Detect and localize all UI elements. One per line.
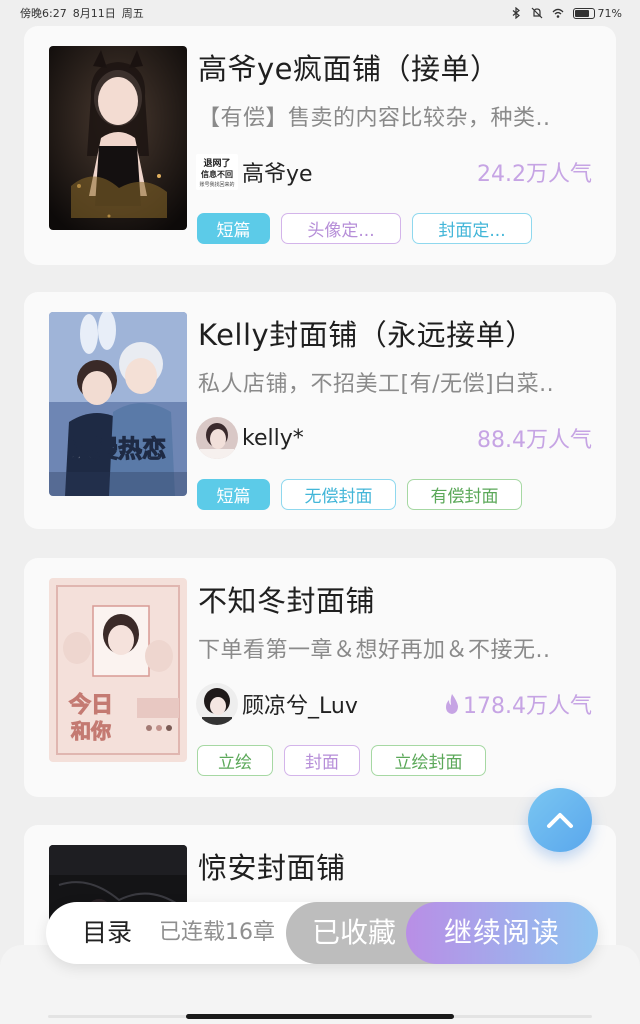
shop-description: 私人店铺，不招美工[有/无偿]白菜.. <box>198 372 555 397</box>
popularity-text: 24.2万人气 <box>477 162 592 187</box>
popularity-text: 88.4万人气 <box>477 428 592 453</box>
tag-chip[interactable]: 短篇 <box>197 479 270 510</box>
mute-icon <box>531 7 542 19</box>
chevron-up-icon <box>547 813 573 828</box>
scroll-to-top-button[interactable] <box>528 788 592 852</box>
status-bar: 傍晚6:27 8月11日 周五 71% <box>0 0 640 26</box>
author-row: kelly* 88.4万人气 <box>196 416 592 460</box>
shop-description: 【有偿】售卖的内容比较杂，种类.. <box>198 106 551 131</box>
shop-card[interactable]: 今日 和你 不知冬封面铺 下单看第一章＆想好再加＆不接无.. 顾凉兮_Luv 1… <box>24 558 616 797</box>
continue-reading-button[interactable]: 继续阅读 <box>406 902 598 964</box>
bluetooth-icon <box>512 7 520 19</box>
serial-status: 已连载16章 <box>159 920 275 945</box>
popularity-count: 24.2万人气 <box>477 156 592 188</box>
tag-list: 立绘 封面 立绘封面 <box>197 745 486 776</box>
tag-chip[interactable]: 无偿封面 <box>281 479 396 510</box>
author-name[interactable]: 顾凉兮_Luv <box>242 688 358 720</box>
shop-title[interactable]: 高爷ye疯面铺（接单） <box>198 46 500 88</box>
tag-chip[interactable]: 有偿封面 <box>407 479 522 510</box>
tag-list: 短篇 无偿封面 有偿封面 <box>197 479 522 510</box>
shop-cover-image[interactable] <box>49 46 187 230</box>
status-date: 8月11日 <box>72 7 116 20</box>
battery-indicator: 71% <box>572 6 622 20</box>
avatar-text-line: 退网了 <box>203 158 230 169</box>
popularity-count: 88.4万人气 <box>477 422 592 454</box>
shop-description: 下单看第一章＆想好再加＆不接无.. <box>198 638 551 663</box>
author-name[interactable]: 高爷ye <box>242 156 313 188</box>
svg-text:浪漫热恋: 浪漫热恋 <box>70 435 166 463</box>
wifi-icon <box>552 8 564 18</box>
toc-button[interactable]: 目录 <box>82 902 132 964</box>
flame-icon <box>446 694 459 714</box>
svg-text:今日: 今日 <box>69 692 113 718</box>
reading-action-bar: 目录 已连载16章 已收藏 继续阅读 <box>46 902 598 964</box>
author-avatar[interactable] <box>196 683 238 725</box>
battery-fill <box>574 9 589 17</box>
status-time: 傍晚6:27 <box>20 7 67 20</box>
author-row: 顾凉兮_Luv 178.4万人气 <box>196 682 592 726</box>
tag-chip[interactable]: 封面定... <box>412 213 532 244</box>
tag-chip[interactable]: 立绘封面 <box>371 745 486 776</box>
tag-chip[interactable]: 立绘 <box>197 745 273 776</box>
status-weekday: 周五 <box>121 7 144 20</box>
popularity-count: 178.4万人气 <box>443 688 592 720</box>
shop-title[interactable]: 惊安封面铺 <box>198 845 346 887</box>
tag-chip[interactable]: 头像定... <box>281 213 401 244</box>
author-avatar[interactable]: 退网了 信息不回 账号我找回来的 <box>196 154 238 190</box>
shop-title[interactable]: Kelly封面铺（永远接单） <box>198 312 535 354</box>
shop-card[interactable]: 高爷ye疯面铺（接单） 【有偿】售卖的内容比较杂，种类.. 退网了 信息不回 账… <box>24 26 616 265</box>
battery-percent: 71% <box>597 6 622 20</box>
tag-chip[interactable]: 短篇 <box>197 213 270 244</box>
author-name[interactable]: kelly* <box>242 426 304 451</box>
tag-list: 短篇 头像定... 封面定... <box>197 213 532 244</box>
author-row: 退网了 信息不回 账号我找回来的 高爷ye 24.2万人气 <box>196 150 592 194</box>
home-indicator[interactable] <box>186 1014 454 1019</box>
svg-text:和你: 和你 <box>71 719 111 743</box>
popularity-text: 178.4万人气 <box>463 694 592 719</box>
tag-chip[interactable]: 封面 <box>284 745 360 776</box>
shop-card[interactable]: 浪漫热恋 Kelly封面铺（永远接单） 私人店铺，不招美工[有/无偿]白菜.. … <box>24 292 616 529</box>
battery-icon <box>572 7 595 19</box>
shop-cover-image[interactable]: 浪漫热恋 <box>49 312 187 496</box>
shop-title[interactable]: 不知冬封面铺 <box>198 578 375 620</box>
avatar-text-line: 账号我找回来的 <box>199 181 234 188</box>
author-avatar[interactable] <box>196 417 238 459</box>
shop-cover-image[interactable]: 今日 和你 <box>49 578 187 762</box>
avatar-text-line: 信息不回 <box>201 169 233 179</box>
